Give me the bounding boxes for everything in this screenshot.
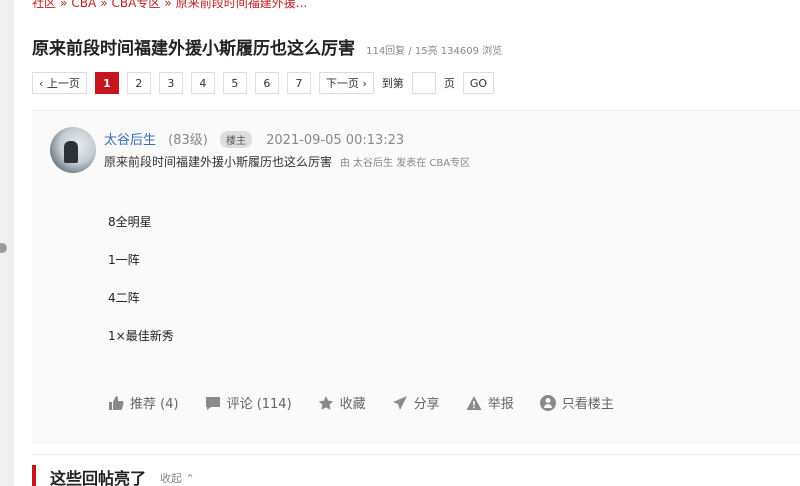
next-page-button[interactable]: 下一页 › xyxy=(318,72,374,94)
page-5-button[interactable]: 5 xyxy=(222,72,247,94)
comment-icon xyxy=(205,396,220,410)
goto-suffix-label: 页 xyxy=(443,77,455,90)
breadcrumb: 社区» CBA» CBA专区» 原来前段时间福建外援... xyxy=(32,0,307,11)
comment-button[interactable]: 评论 (114) xyxy=(205,393,292,412)
content-line: 1一阵 xyxy=(108,253,140,267)
share-icon xyxy=(392,395,407,410)
section-marker xyxy=(32,465,36,486)
page-6-button[interactable]: 6 xyxy=(254,72,279,94)
post-actions: 推荐 (4) 评论 (114) 收藏 分享 举报 只看楼主 xyxy=(108,393,640,412)
breadcrumb-community[interactable]: 社区 xyxy=(32,0,56,10)
only-op-button[interactable]: 只看楼主 xyxy=(539,393,614,412)
username-link[interactable]: 太谷后生 xyxy=(104,133,156,148)
post-source-meta: 由 太谷后生 发表在 CBA专区 xyxy=(339,158,471,169)
page-4-button[interactable]: 4 xyxy=(190,72,215,94)
left-gutter xyxy=(0,0,14,486)
post-subtitle: 原来前段时间福建外援小斯履历也这么厉害 xyxy=(104,155,333,169)
op-badge: 楼主 xyxy=(219,131,252,148)
post-datetime: 2021-09-05 00:13:23 xyxy=(266,133,405,148)
recommend-label: 推荐 (4) xyxy=(130,397,179,412)
content-line: 4二阵 xyxy=(108,291,140,305)
page-3-button[interactable]: 3 xyxy=(158,72,183,94)
share-button[interactable]: 分享 xyxy=(392,393,440,412)
goto-page-input[interactable] xyxy=(411,72,436,94)
breadcrumb-current[interactable]: 原来前段时间福建外援... xyxy=(176,0,307,10)
star-icon xyxy=(318,395,333,410)
share-label: 分享 xyxy=(413,397,440,412)
pagination: ‹ 上一页 1 2 3 4 5 6 7 下一页 › 到第 页 GO xyxy=(32,72,494,94)
page-7-button[interactable]: 7 xyxy=(286,72,311,94)
user-filter-icon xyxy=(539,394,556,411)
goto-prefix-label: 到第 xyxy=(381,77,404,90)
breadcrumb-cba-zone[interactable]: CBA专区 xyxy=(112,0,161,10)
collapse-toggle[interactable]: 收起 ⌃ xyxy=(160,470,195,486)
warning-icon xyxy=(466,395,482,410)
post-user-line: 太谷后生 (83级) 楼主 2021-09-05 00:13:23 xyxy=(104,129,404,148)
scroll-handle[interactable] xyxy=(0,243,7,253)
favorite-button[interactable]: 收藏 xyxy=(318,393,366,412)
prev-page-button[interactable]: ‹ 上一页 xyxy=(32,72,87,94)
hot-replies-header: 这些回帖亮了 收起 ⌃ xyxy=(32,454,800,486)
breadcrumb-separator: » xyxy=(100,0,108,10)
post-content: 8全明星 1一阵 4二阵 1×最佳新秀 xyxy=(108,215,174,367)
content-line: 8全明星 xyxy=(108,215,152,229)
avatar[interactable] xyxy=(50,127,96,173)
post-stats: 114回复 / 15亮 134609 浏览 xyxy=(366,46,503,57)
breadcrumb-cba[interactable]: CBA xyxy=(71,0,96,10)
avatar-figure xyxy=(64,141,78,163)
post-subtitle-line: 原来前段时间福建外援小斯履历也这么厉害 由 太谷后生 发表在 CBA专区 xyxy=(104,153,470,170)
recommend-button[interactable]: 推荐 (4) xyxy=(108,393,179,412)
comment-label: 评论 (114) xyxy=(226,397,292,412)
thumbs-up-icon xyxy=(109,395,124,410)
page-title: 原来前段时间福建外援小斯履历也这么厉害 xyxy=(32,39,355,59)
content-line: 1×最佳新秀 xyxy=(108,329,174,343)
only-op-label: 只看楼主 xyxy=(561,397,614,412)
breadcrumb-separator: » xyxy=(60,0,68,10)
hot-replies-title: 这些回帖亮了 xyxy=(50,469,147,486)
post-card: 太谷后生 (83级) 楼主 2021-09-05 00:13:23 原来前段时间… xyxy=(32,110,800,444)
favorite-label: 收藏 xyxy=(339,397,366,412)
user-level: (83级) xyxy=(168,133,208,148)
report-label: 举报 xyxy=(487,397,514,412)
page-1-button[interactable]: 1 xyxy=(94,72,119,94)
breadcrumb-separator: » xyxy=(164,0,172,10)
report-button[interactable]: 举报 xyxy=(466,393,514,412)
title-row: 原来前段时间福建外援小斯履历也这么厉害 114回复 / 15亮 134609 浏… xyxy=(32,34,502,59)
page-2-button[interactable]: 2 xyxy=(126,72,151,94)
go-button[interactable]: GO xyxy=(462,72,494,94)
